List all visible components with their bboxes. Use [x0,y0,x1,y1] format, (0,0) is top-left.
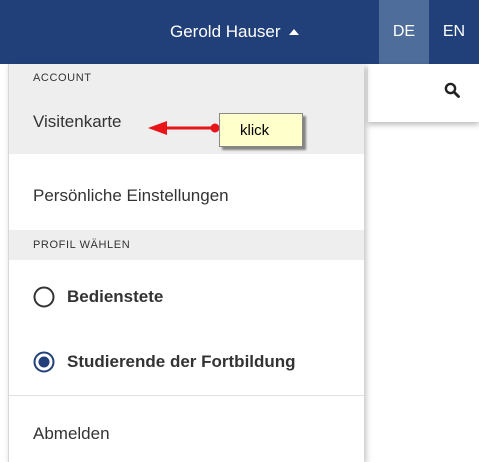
profile-option-label: Studierende der Fortbildung [67,352,296,371]
language-de-label: DE [392,23,416,40]
toolbar-area [368,64,479,122]
caret-up-icon [288,29,299,35]
search-icon[interactable] [444,82,460,98]
radio-selected-icon[interactable] [33,351,55,373]
menu-item-persoenliche-einstellungen[interactable]: Persönliche Einstellungen [9,168,364,224]
user-menu-toggle[interactable]: Gerold Hauser [170,18,299,46]
language-en-label: EN [442,23,466,40]
annotation-label: klick [240,121,270,139]
top-navigation-bar: Gerold Hauser DE EN [0,0,479,64]
einstellungen-label: Persönliche Einstellungen [33,186,229,205]
profile-option-bedienstete[interactable]: Bedienstete [9,267,364,327]
account-section-header: ACCOUNT [9,64,364,94]
language-en-button[interactable]: EN [429,0,479,64]
radio-unselected-icon[interactable] [33,286,55,308]
profil-header-label: PROFIL WÄHLEN [33,239,131,251]
visitenkarte-label: Visitenkarte [33,112,122,131]
annotation-arrow-icon [148,121,220,135]
account-header-label: ACCOUNT [33,72,92,84]
profile-option-studierende[interactable]: Studierende der Fortbildung [9,332,364,392]
user-name: Gerold Hauser [170,22,281,41]
abmelden-label: Abmelden [33,424,110,443]
menu-divider [9,395,364,396]
profil-section-header: PROFIL WÄHLEN [9,230,364,260]
annotation-callout: klick [219,113,303,147]
profile-option-label: Bedienstete [67,287,164,306]
language-de-button[interactable]: DE [379,0,429,64]
menu-item-abmelden[interactable]: Abmelden [9,406,364,462]
